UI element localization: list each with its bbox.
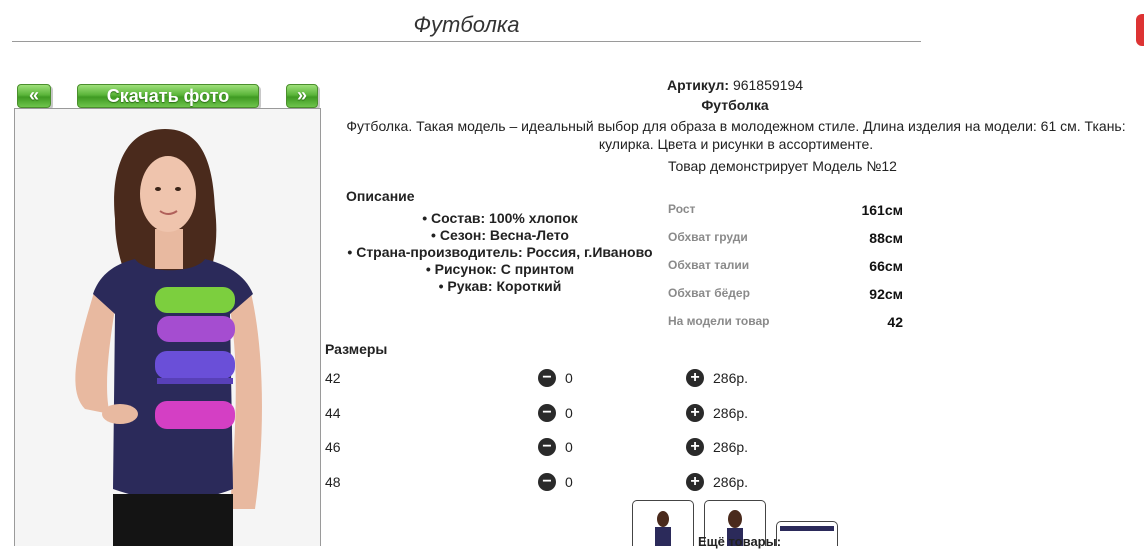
measurement-label: На модели товар [668,314,770,328]
plus-circle-icon[interactable]: + [686,404,704,422]
product-photo[interactable] [14,108,321,546]
quantity-value: 0 [565,474,573,490]
model-illustration [15,109,320,546]
size-label: 48 [325,474,341,490]
model-demo-text: Товар демонстрирует Модель №12 [668,158,897,174]
page-header: Футболка [12,0,921,42]
size-label: 46 [325,439,341,455]
description-heading: Описание [346,188,415,204]
prev-photo-button[interactable]: « [17,84,51,108]
price-value: 286р. [713,370,749,386]
price-value: 286р. [713,439,749,455]
feature-item: • Рисунок: С принтом [425,261,575,277]
quantity-value: 0 [565,405,573,421]
measurement-value: 66см [869,258,903,274]
more-goods-heading: Ещё товары: [698,534,782,549]
thumbnail-front[interactable] [632,500,694,546]
product-description: Футболка. Такая модель – идеальный выбор… [346,118,1126,152]
minus-circle-icon[interactable]: − [538,369,556,387]
size-label: 42 [325,370,341,386]
next-photo-button[interactable]: » [286,84,318,108]
article-label: Артикул: [666,77,730,93]
plus-circle-icon[interactable]: + [686,369,704,387]
plus-circle-icon[interactable]: + [686,473,704,491]
minus-circle-icon[interactable]: − [538,404,556,422]
quantity-value: 0 [565,370,573,386]
measurement-value: 161см [861,202,903,218]
quantity-value: 0 [565,439,573,455]
thumbnail-swatch[interactable] [776,521,838,546]
article-number: 961859194 [732,77,804,93]
measurement-value: 92см [869,286,903,302]
page-title: Футболка [413,12,520,37]
minus-circle-icon[interactable]: − [538,473,556,491]
feature-item: • Состав: 100% хлопок [422,210,578,226]
corner-logo-fragment [1136,14,1144,46]
feature-list: • Состав: 100% хлопок • Сезон: Весна-Лет… [330,210,670,295]
measurement-label: Рост [668,202,696,216]
minus-circle-icon[interactable]: − [538,438,556,456]
feature-item: • Рукав: Короткий [438,278,562,294]
download-photo-button[interactable]: Скачать фото [77,84,259,108]
measurement-value: 88см [869,230,903,246]
thumbnail-image [655,511,671,546]
feature-item: • Сезон: Весна-Лето [431,227,569,243]
measurement-label: Обхват груди [668,230,748,244]
price-value: 286р. [713,405,749,421]
measurement-value: 42 [887,314,903,330]
article-line: Артикул: 961859194 [320,77,1144,93]
plus-circle-icon[interactable]: + [686,438,704,456]
size-label: 44 [325,405,341,421]
color-swatch [780,526,834,531]
measurement-label: Обхват бёдер [668,286,750,300]
price-value: 286р. [713,474,749,490]
feature-item: • Страна-производитель: Россия, г.Иванов… [347,244,653,260]
sizes-heading: Размеры [325,341,388,357]
measurement-label: Обхват талии [668,258,750,272]
product-name: Футболка [701,97,769,113]
